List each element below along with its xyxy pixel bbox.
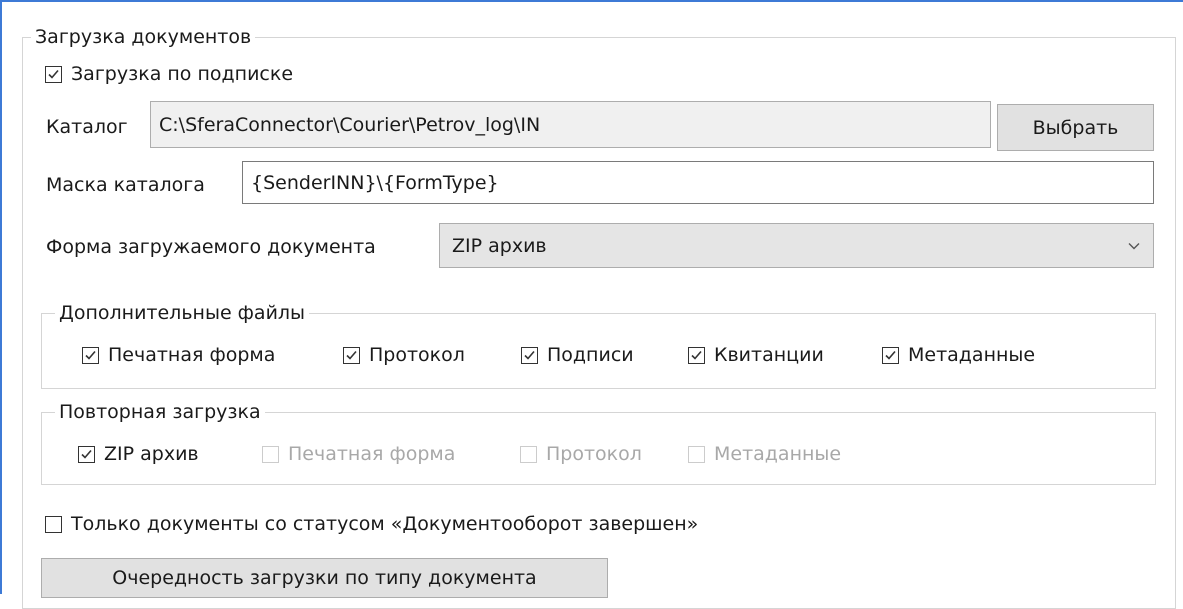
reload-checkbox-metadata-label: Метаданные: [714, 443, 842, 465]
subscription-label: Загрузка по подписке: [71, 63, 294, 85]
additional-files-legend: Дополнительные файлы: [55, 302, 310, 324]
reload-checkbox-zip[interactable]: ZIP архив: [78, 443, 199, 465]
upload-order-button-label: Очередность загрузки по типу документа: [112, 567, 537, 589]
catalog-path-value: C:\SferaConnector\Courier\Petrov_log\IN: [159, 113, 541, 136]
checkmark-icon: [688, 346, 705, 364]
only-completed-checkbox[interactable]: Только документы со статусом «Документоо…: [45, 513, 698, 535]
catalog-path-field[interactable]: C:\SferaConnector\Courier\Petrov_log\IN: [150, 101, 991, 148]
checkmark-icon: [45, 65, 62, 83]
checkbox-signatures-label: Подписи: [547, 344, 634, 366]
empty-checkbox-icon: [45, 515, 62, 533]
checkmark-icon: [521, 346, 538, 364]
reload-checkbox-metadata[interactable]: Метаданные: [688, 443, 841, 465]
upload-order-button[interactable]: Очередность загрузки по типу документа: [41, 558, 608, 598]
checkbox-receipts[interactable]: Квитанции: [688, 344, 824, 366]
checkbox-print-form[interactable]: Печатная форма: [82, 344, 275, 366]
checkmark-icon: [82, 346, 99, 364]
checkbox-protocol-label: Протокол: [369, 344, 465, 366]
doc-form-label: Форма загружаемого документа: [46, 236, 376, 258]
chevron-down-icon: [1127, 236, 1141, 258]
documents-upload-legend: Загрузка документов: [31, 26, 256, 48]
subscription-checkbox[interactable]: Загрузка по подписке: [45, 63, 293, 85]
reload-checkbox-zip-label: ZIP архив: [104, 443, 199, 465]
catalog-label: Каталог: [46, 116, 128, 138]
empty-checkbox-icon: [520, 445, 537, 463]
checkbox-metadata[interactable]: Метаданные: [882, 344, 1035, 366]
checkmark-icon: [882, 346, 899, 364]
checkmark-icon: [78, 445, 95, 463]
reload-checkbox-protocol[interactable]: Протокол: [520, 443, 642, 465]
reload-checkbox-print-form[interactable]: Печатная форма: [262, 443, 455, 465]
reload-legend: Повторная загрузка: [55, 401, 265, 423]
browse-button[interactable]: Выбрать: [997, 104, 1154, 151]
window-frame-top: [0, 0, 1183, 2]
catalog-mask-label: Маска каталога: [46, 174, 205, 196]
empty-checkbox-icon: [262, 445, 279, 463]
checkbox-print-form-label: Печатная форма: [108, 344, 276, 366]
window-frame-left: [0, 0, 2, 594]
checkbox-receipts-label: Квитанции: [714, 344, 824, 366]
checkmark-icon: [343, 346, 360, 364]
only-completed-label: Только документы со статусом «Документоо…: [71, 513, 699, 535]
browse-button-label: Выбрать: [1032, 116, 1119, 139]
doc-form-select[interactable]: ZIP архив: [439, 223, 1154, 268]
reload-checkbox-protocol-label: Протокол: [546, 443, 642, 465]
doc-form-selected: ZIP архив: [452, 234, 547, 257]
catalog-mask-value: {SenderINN}\{FormType}: [251, 171, 499, 194]
checkbox-protocol[interactable]: Протокол: [343, 344, 465, 366]
reload-checkbox-print-form-label: Печатная форма: [288, 443, 456, 465]
checkbox-signatures[interactable]: Подписи: [521, 344, 634, 366]
empty-checkbox-icon: [688, 445, 705, 463]
checkbox-metadata-label: Метаданные: [908, 344, 1036, 366]
catalog-mask-input[interactable]: {SenderINN}\{FormType}: [242, 161, 1154, 204]
